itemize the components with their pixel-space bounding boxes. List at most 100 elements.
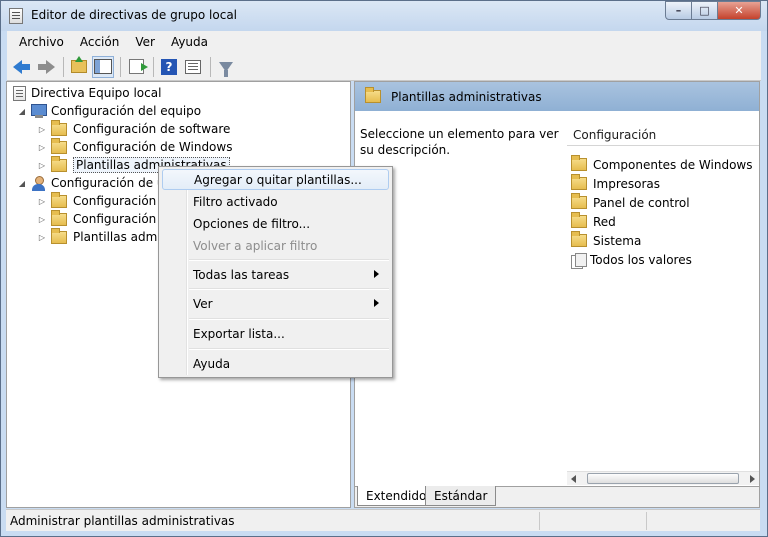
status-bar: Administrar plantillas administrativas xyxy=(6,509,760,531)
horizontal-scrollbar[interactable] xyxy=(567,471,759,485)
collapse-arrow-icon[interactable]: ◢ xyxy=(17,107,27,116)
maximize-button[interactable]: □ xyxy=(692,1,718,20)
toolbar-separator xyxy=(153,56,154,77)
submenu-arrow-icon xyxy=(374,270,379,278)
toolbar-separator xyxy=(63,56,64,77)
title-bar[interactable]: Editor de directivas de grupo local – □ … xyxy=(1,1,767,31)
details-header-title: Plantillas administrativas xyxy=(391,89,542,104)
details-pane: Plantillas administrativas Seleccione un… xyxy=(354,81,760,508)
window-controls: – □ ✕ xyxy=(665,1,761,20)
menu-item-filter-on[interactable]: Filtro activado xyxy=(162,191,389,212)
tree-item-label: Plantillas admini xyxy=(73,230,172,244)
all-settings-icon xyxy=(571,252,587,269)
up-one-level-button[interactable] xyxy=(68,56,90,78)
list-item-label: Componentes de Windows xyxy=(593,157,753,172)
folder-up-icon xyxy=(71,56,87,73)
settings-list[interactable]: Configuración Componentes de Windows Imp… xyxy=(567,112,759,472)
expand-arrow-icon[interactable]: ▷ xyxy=(37,143,47,152)
list-item-system[interactable]: Sistema xyxy=(571,231,641,250)
tree-item-label: Configuración del equipo xyxy=(51,104,202,118)
forward-arrow-icon xyxy=(37,59,55,74)
console-tree-icon xyxy=(94,59,112,74)
collapse-arrow-icon[interactable]: ◢ xyxy=(17,179,27,188)
tree-item-label: Configuración de software xyxy=(73,122,231,136)
menu-item-help[interactable]: Ayuda xyxy=(162,353,389,374)
scroll-right-icon[interactable] xyxy=(750,475,755,483)
toolbar-separator xyxy=(210,56,211,77)
tree-item-windows-settings[interactable]: ▷ Configuración de Windows xyxy=(37,137,232,156)
menu-item-label: Todas las tareas xyxy=(193,267,290,282)
context-menu: Agregar o quitar plantillas... Filtro ac… xyxy=(158,166,393,378)
computer-icon xyxy=(31,104,47,118)
menu-accion[interactable]: Acción xyxy=(72,35,127,49)
tree-item-label: Configuración d xyxy=(73,194,168,208)
folder-icon xyxy=(571,174,587,190)
menu-item-all-tasks[interactable]: Todas las tareas xyxy=(162,264,389,285)
menu-ver[interactable]: Ver xyxy=(127,35,163,49)
menu-separator xyxy=(189,259,389,261)
menu-item-export-list[interactable]: Exportar lista... xyxy=(162,323,389,344)
tree-item-user-windows-settings[interactable]: ▷ Configuración d xyxy=(37,209,168,228)
back-arrow-icon xyxy=(13,59,31,74)
tree-item-label: Configuración de us xyxy=(51,176,171,190)
tree-item-root[interactable]: Directiva Equipo local xyxy=(13,84,161,102)
column-header-configuracion[interactable]: Configuración xyxy=(567,124,759,146)
expand-arrow-icon[interactable]: ▷ xyxy=(37,161,47,170)
menu-bar: Archivo Acción Ver Ayuda xyxy=(7,31,761,53)
filter-button[interactable] xyxy=(215,56,237,78)
tab-estandar[interactable]: Estándar xyxy=(425,486,497,506)
list-item-network[interactable]: Red xyxy=(571,212,616,231)
menu-item-view[interactable]: Ver xyxy=(162,293,389,314)
tree-item-user-admin-templates[interactable]: ▷ Plantillas admini xyxy=(37,227,172,246)
folder-icon xyxy=(571,193,587,209)
submenu-arrow-icon xyxy=(374,299,379,307)
help-button[interactable]: ? xyxy=(158,56,180,78)
folder-icon xyxy=(571,212,587,228)
view-icon xyxy=(185,59,201,74)
window-title: Editor de directivas de grupo local xyxy=(31,8,238,22)
close-button[interactable]: ✕ xyxy=(718,1,761,20)
view-button[interactable] xyxy=(182,56,204,78)
tab-extendido[interactable]: Extendido xyxy=(357,486,436,506)
forward-button[interactable] xyxy=(35,56,57,78)
status-divider xyxy=(646,512,647,530)
menu-item-reapply-filter: Volver a aplicar filtro xyxy=(193,238,318,253)
tree-item-user-config[interactable]: ◢ Configuración de us xyxy=(17,174,171,192)
user-icon xyxy=(31,175,47,191)
menu-ayuda[interactable]: Ayuda xyxy=(163,35,216,49)
minimize-button[interactable]: – xyxy=(665,1,692,20)
description-text: Seleccione un elemento para ver su descr… xyxy=(360,127,559,157)
list-item-printers[interactable]: Impresoras xyxy=(571,174,660,193)
expand-arrow-icon[interactable]: ▷ xyxy=(37,233,47,242)
back-button[interactable] xyxy=(11,56,33,78)
list-item-control-panel[interactable]: Panel de control xyxy=(571,193,690,212)
menu-item-label: Ver xyxy=(193,296,213,311)
tree-item-user-software-settings[interactable]: ▷ Configuración d xyxy=(37,191,168,210)
scroll-left-icon[interactable] xyxy=(571,475,576,483)
filter-icon xyxy=(219,61,233,77)
tree-item-computer-config[interactable]: ◢ Configuración del equipo xyxy=(17,102,201,120)
show-hide-tree-button[interactable] xyxy=(92,55,114,78)
list-item-all-settings[interactable]: Todos los valores xyxy=(571,250,692,269)
expand-arrow-icon[interactable]: ▷ xyxy=(37,215,47,224)
expand-arrow-icon[interactable]: ▷ xyxy=(37,197,47,206)
expand-arrow-icon[interactable]: ▷ xyxy=(37,125,47,134)
tree-item-label: Configuración d xyxy=(73,212,168,226)
menu-archivo[interactable]: Archivo xyxy=(11,35,72,49)
policy-document-icon xyxy=(13,85,26,101)
export-icon xyxy=(128,59,148,74)
menu-item-filter-options[interactable]: Opciones de filtro... xyxy=(162,213,389,234)
scrollbar-thumb[interactable] xyxy=(587,473,739,484)
menu-item-add-remove-templates[interactable]: Agregar o quitar plantillas... xyxy=(162,169,389,190)
list-item-windows-components[interactable]: Componentes de Windows xyxy=(571,155,753,174)
list-item-label: Impresoras xyxy=(593,176,661,191)
export-list-button[interactable] xyxy=(125,56,148,78)
folder-icon xyxy=(51,137,67,154)
status-divider xyxy=(539,512,540,530)
details-header: Plantillas administrativas xyxy=(355,82,759,111)
tree-item-label: Directiva Equipo local xyxy=(31,86,162,100)
list-item-label: Panel de control xyxy=(593,195,690,210)
menu-separator xyxy=(189,288,389,290)
tree-item-software-settings[interactable]: ▷ Configuración de software xyxy=(37,119,231,138)
folder-icon xyxy=(365,87,381,103)
